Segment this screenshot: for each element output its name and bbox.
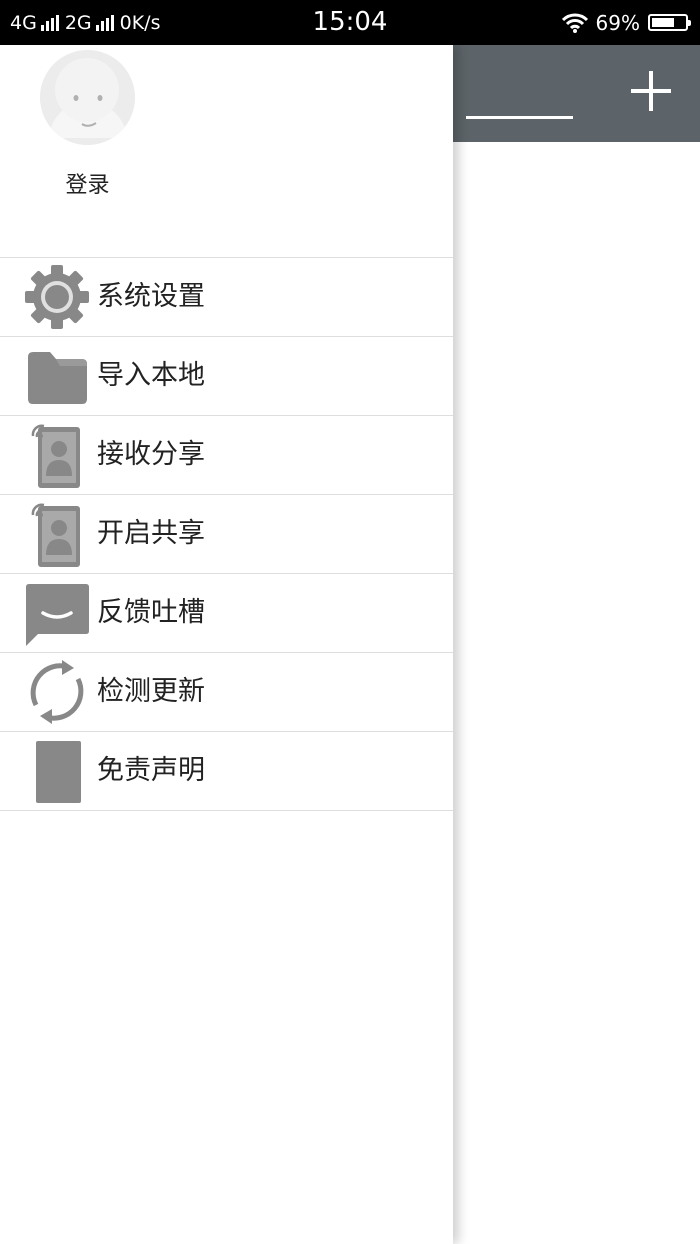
document-icon xyxy=(24,738,90,804)
menu-item-label: 检测更新 xyxy=(97,676,205,707)
battery-icon xyxy=(648,14,691,31)
refresh-icon xyxy=(24,659,90,725)
menu-item-receive-share[interactable]: 接收分享 xyxy=(0,416,453,495)
menu-item-check-update[interactable]: 检测更新 xyxy=(0,653,453,732)
menu-item-label: 系统设置 xyxy=(97,281,205,312)
menu-item-settings[interactable]: 系统设置 xyxy=(0,258,453,337)
navigation-drawer: 登录 系统设置 导入本地 接收分享 开启共享 反馈吐槽 检测更新 免责声明 xyxy=(0,45,453,1244)
menu-item-disclaimer[interactable]: 免责声明 xyxy=(0,732,453,811)
login-link[interactable]: 登录 xyxy=(40,167,135,199)
folder-icon xyxy=(24,343,90,409)
enable-share-icon xyxy=(24,501,90,567)
receive-share-icon xyxy=(24,422,90,488)
menu-item-feedback[interactable]: 反馈吐槽 xyxy=(0,574,453,653)
battery-percent: 69% xyxy=(595,10,640,35)
default-avatar-icon xyxy=(40,50,135,145)
drawer-menu: 系统设置 导入本地 接收分享 开启共享 反馈吐槽 检测更新 免责声明 xyxy=(0,257,453,811)
gear-icon xyxy=(24,264,90,330)
menu-item-label: 反馈吐槽 xyxy=(97,597,205,628)
battery-level xyxy=(652,18,674,27)
add-button[interactable] xyxy=(626,68,676,118)
menu-item-label: 导入本地 xyxy=(97,360,205,391)
menu-item-label: 接收分享 xyxy=(97,439,205,470)
menu-item-label: 开启共享 xyxy=(97,518,205,549)
tab-indicator xyxy=(466,116,573,119)
menu-item-import-local[interactable]: 导入本地 xyxy=(0,337,453,416)
menu-item-enable-share[interactable]: 开启共享 xyxy=(0,495,453,574)
avatar[interactable] xyxy=(40,50,135,145)
status-right: 69% xyxy=(561,0,691,45)
feedback-icon xyxy=(24,580,90,646)
status-bar: 4G 2G 0K/s 15:04 69% xyxy=(0,0,700,45)
wifi-icon xyxy=(561,13,588,33)
menu-item-label: 免责声明 xyxy=(97,755,205,786)
